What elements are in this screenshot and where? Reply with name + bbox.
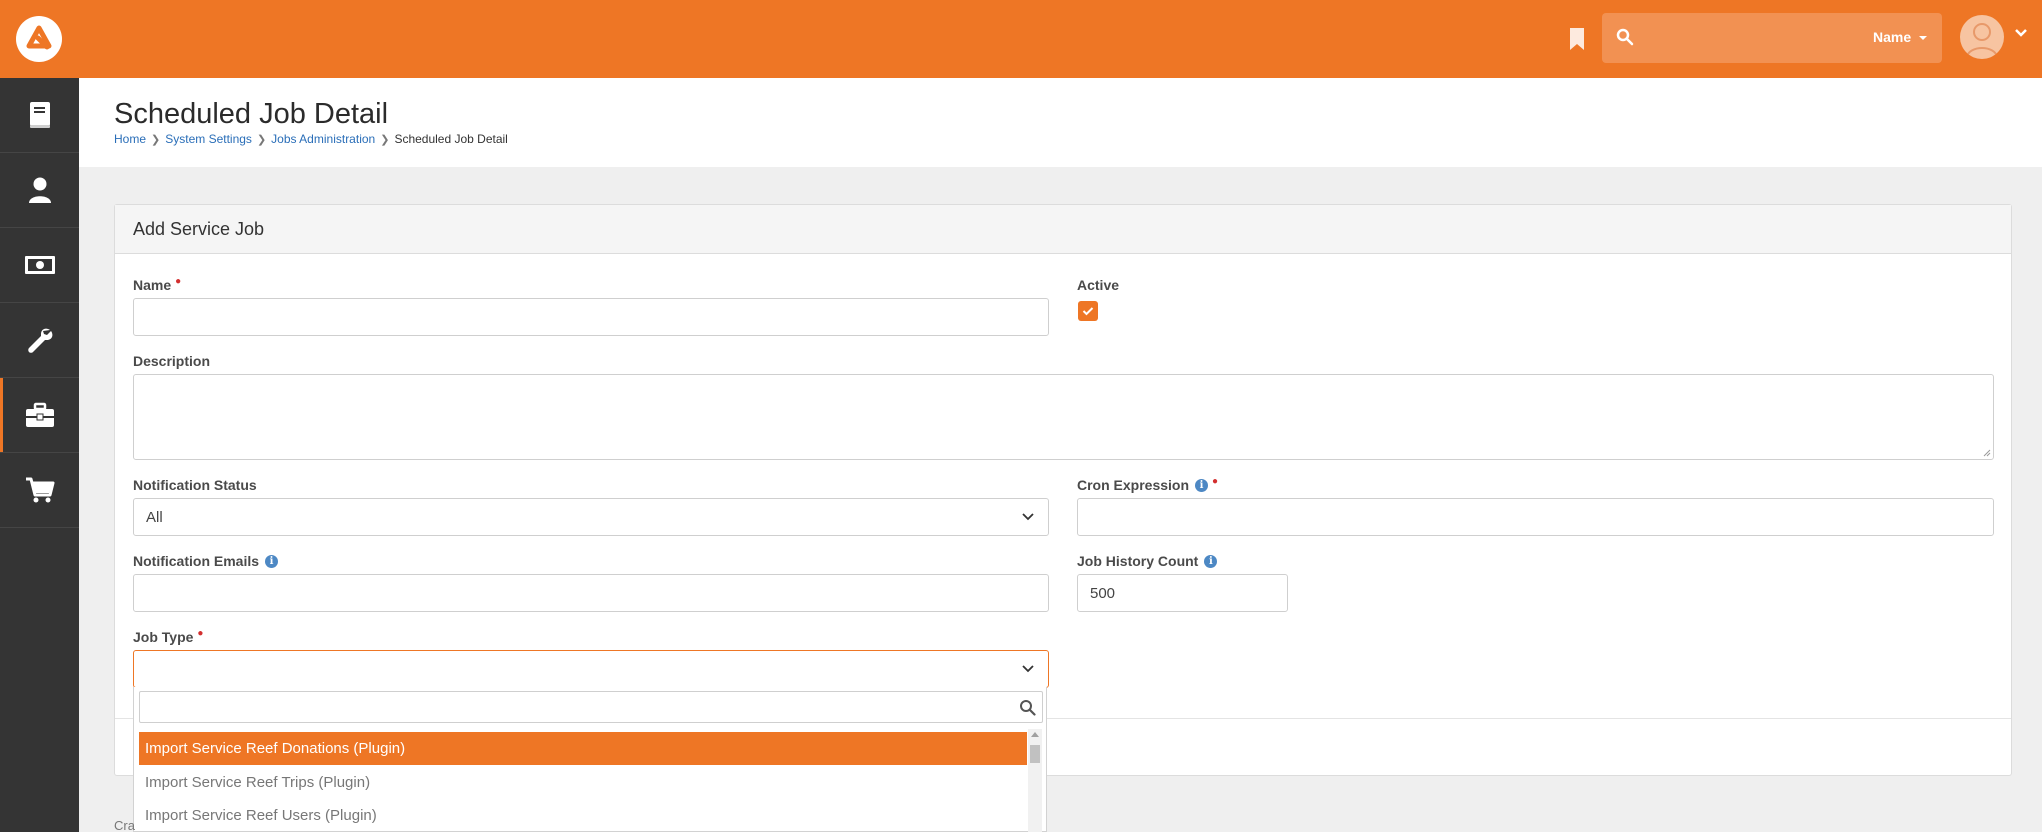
wrench-icon [27, 328, 52, 353]
notification-emails-input[interactable] [133, 574, 1049, 612]
search-bar[interactable]: Name [1602, 13, 1942, 63]
notification-status-select[interactable]: All [133, 498, 1049, 536]
required-indicator-icon: ● [1212, 475, 1219, 487]
chevron-right-icon: ❯ [380, 133, 390, 146]
chevron-right-icon: ❯ [256, 133, 267, 146]
search-icon [1616, 28, 1634, 46]
breadcrumb-jobs-administration[interactable]: Jobs Administration [271, 132, 375, 146]
job-history-count-label: Job History Count i [1077, 553, 1218, 569]
panel-title: Add Service Job [133, 219, 265, 239]
breadcrumb-home[interactable]: Home [114, 132, 146, 146]
job-type-label: Job Type ● [133, 627, 204, 646]
breadcrumb-current: Scheduled Job Detail [394, 132, 508, 146]
dropdown-scrollbar[interactable] [1028, 729, 1042, 832]
page-title: Scheduled Job Detail [114, 98, 389, 130]
info-icon[interactable]: i [1204, 554, 1218, 568]
job-type-select[interactable] [133, 650, 1049, 688]
cron-expression-input[interactable] [1077, 498, 1994, 536]
sidebar-item-shop[interactable] [0, 453, 79, 528]
chevron-right-icon: ❯ [151, 133, 161, 146]
description-textarea[interactable] [133, 374, 1994, 460]
info-icon[interactable]: i [1195, 478, 1209, 492]
name-input[interactable] [133, 298, 1049, 336]
sidebar-item-finance[interactable] [0, 228, 79, 303]
chevron-down-icon[interactable] [2014, 28, 2028, 38]
footer-text: Cra [114, 818, 135, 832]
sidebar-item-people[interactable] [0, 153, 79, 228]
page-header: Scheduled Job Detail Home ❯ System Setti… [79, 78, 2042, 167]
notification-status-value: All [146, 508, 163, 526]
job-type-option[interactable]: Import Service Reef Donations (Plugin) [139, 732, 1027, 765]
notification-status-label: Notification Status [133, 477, 257, 493]
breadcrumb-system-settings[interactable]: System Settings [165, 132, 252, 146]
search-icon [1020, 700, 1036, 716]
search-input[interactable] [1646, 23, 1846, 53]
caret-down-icon [1919, 36, 1927, 40]
scroll-up-arrow-icon[interactable] [1031, 732, 1039, 737]
job-history-count-label-text: Job History Count [1077, 553, 1199, 569]
sidebar-item-tools[interactable] [0, 303, 79, 378]
person-icon [28, 177, 51, 203]
sidebar-item-admin-tools[interactable] [0, 378, 79, 453]
job-type-label-text: Job Type [133, 629, 194, 645]
job-type-dropdown: Import Service Reef Donations (Plugin) I… [133, 687, 1047, 832]
book-icon [29, 102, 50, 128]
briefcase-icon [25, 402, 54, 427]
cart-icon [25, 477, 54, 503]
job-history-count-input[interactable] [1077, 574, 1288, 612]
breadcrumb: Home ❯ System Settings ❯ Jobs Administra… [114, 132, 508, 146]
chevron-down-icon [1022, 513, 1034, 521]
job-type-search-input[interactable] [140, 692, 1000, 722]
job-type-search-field[interactable] [139, 691, 1043, 723]
cron-expression-label: Cron Expression i ● [1077, 475, 1219, 494]
description-label: Description [133, 353, 211, 369]
money-icon [24, 256, 55, 274]
name-label-text: Name [133, 277, 172, 293]
checkmark-icon [1082, 307, 1094, 316]
panel-heading: Add Service Job [115, 205, 2011, 254]
rock-logo-icon[interactable] [16, 16, 62, 62]
job-type-option[interactable]: Import Service Reef Users (Plugin) [139, 799, 1027, 832]
notification-emails-label-text: Notification Emails [133, 553, 260, 569]
top-navbar: Name [0, 0, 2042, 78]
info-icon[interactable]: i [265, 554, 279, 568]
notification-emails-label: Notification Emails i [133, 553, 279, 569]
required-indicator-icon: ● [175, 275, 182, 287]
active-label: Active [1077, 277, 1120, 293]
scrollbar-thumb[interactable] [1030, 745, 1040, 763]
name-label: Name ● [133, 275, 182, 294]
sidebar [0, 78, 79, 832]
chevron-down-icon [1022, 665, 1034, 673]
avatar[interactable] [1960, 15, 2004, 59]
cron-expression-label-text: Cron Expression [1077, 477, 1190, 493]
search-scope-label: Name [1872, 29, 1912, 45]
resize-handle-icon[interactable] [1983, 449, 1991, 457]
active-checkbox[interactable] [1078, 301, 1098, 321]
required-indicator-icon: ● [197, 627, 204, 639]
bookmark-icon[interactable] [1566, 26, 1588, 52]
search-scope-dropdown[interactable]: Name [1873, 29, 1928, 45]
job-type-option[interactable]: Import Service Reef Trips (Plugin) [139, 766, 1027, 799]
sidebar-item-documentation[interactable] [0, 78, 79, 153]
